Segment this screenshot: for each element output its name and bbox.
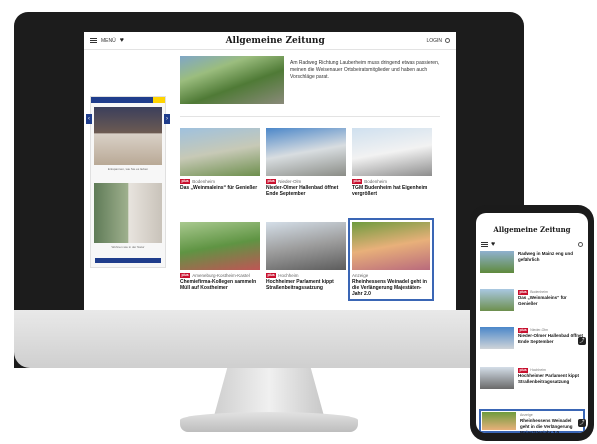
article-thumbnail[interactable] — [266, 222, 346, 270]
ad-caption: Entspannen, wie Sie es lieben — [107, 167, 149, 171]
article-thumbnail[interactable] — [480, 289, 514, 311]
article-card[interactable]: plus Nieder-Olm Nieder-Olmer Hallenbad öf… — [266, 128, 346, 197]
share-icon[interactable]: ⤴ — [578, 419, 586, 427]
phone-screen: Allgemeine Zeitung ♥ Radweg in Mainz eng… — [476, 213, 588, 433]
article-image-cyclist[interactable] — [180, 56, 284, 104]
heart-icon[interactable]: ♥ — [120, 37, 124, 44]
article-thumbnail[interactable] — [480, 251, 514, 273]
user-icon — [445, 38, 450, 43]
desktop-screen: MENÜ ♥ Allgemeine Zeitung LOGIN Entspann… — [84, 32, 456, 312]
ad-image-living[interactable] — [94, 183, 162, 243]
phone-article[interactable]: plus Nieder-Olm Nieder-Olmer Hallenbad öf… — [480, 327, 584, 349]
plus-badge: plus — [180, 273, 191, 278]
article-title[interactable]: Hochheimer Parlament kippt Straßenbeitra… — [518, 373, 584, 385]
ad-image-bedroom[interactable] — [94, 107, 162, 165]
site-header: MENÜ ♥ Allgemeine Zeitung LOGIN — [84, 32, 456, 50]
phone-article[interactable]: plus Hochheim Hochheimer Parlament kippt … — [480, 367, 584, 389]
article-card[interactable]: plus Hochheim Hochheimer Parlament kippt … — [266, 222, 346, 291]
sponsored-label: Anzeige — [352, 273, 369, 278]
plus-badge: plus — [180, 179, 191, 184]
hamburger-icon[interactable] — [481, 241, 488, 247]
article-title[interactable]: Nieder-Olmer Hallenbad öffnet Ende Septe… — [518, 333, 584, 345]
phone-site-logo[interactable]: Allgemeine Zeitung — [476, 225, 588, 234]
article-thumbnail[interactable] — [480, 327, 514, 349]
ad-header — [91, 97, 165, 103]
article-thumbnail[interactable] — [480, 367, 514, 389]
plus-badge: plus — [352, 179, 363, 184]
article-title[interactable]: Das „Weinmaleins“ für Genießer — [518, 295, 584, 307]
article-teaser[interactable]: Am Radweg Richtung Lauberheim muss dring… — [290, 60, 440, 81]
article-title[interactable]: Nieder-Olmer Hallenbad öffnet Ende Septe… — [266, 185, 346, 197]
phone-sponsored-article[interactable]: Anzeige Rheinhessens Weinadel geht in di… — [479, 409, 585, 433]
article-thumbnail[interactable] — [180, 128, 260, 176]
article-title[interactable]: Rheinhessens Weinadel geht in die Verlän… — [352, 279, 430, 297]
hamburger-icon — [90, 38, 97, 43]
site-logo[interactable]: Allgemeine Zeitung — [226, 36, 325, 46]
article-card[interactable]: plus Bodenheim TGM Budenheim hat Eigenhei… — [352, 128, 432, 197]
user-icon[interactable] — [578, 241, 583, 247]
article-title[interactable]: Radweg in Mainz eng und gefährlich — [518, 251, 584, 273]
article-title[interactable]: Hochheimer Parlament kippt Straßenbeitra… — [266, 279, 346, 291]
monitor-stand-neck — [214, 368, 324, 416]
plus-badge: plus — [266, 273, 277, 278]
ad-brand-logo — [153, 97, 165, 103]
monitor-chin — [14, 310, 524, 368]
phone-article[interactable]: Radweg in Mainz eng und gefährlich — [480, 251, 584, 273]
article-card[interactable]: plus Bodenheim Das „Weinmaleins“ für Geni… — [180, 128, 260, 191]
menu-label: MENÜ — [101, 37, 116, 44]
article-location: Bodenheim — [364, 179, 387, 184]
monitor-stand-foot — [180, 412, 358, 432]
phone-article[interactable]: plus Bodenheim Das „Weinmaleins“ für Geni… — [480, 289, 584, 311]
ad-caption: Wohnen wie in der Natur — [111, 245, 145, 249]
article-title[interactable]: Chemiefirma-Kollegen sammeln Müll auf Ko… — [180, 279, 260, 291]
article-thumbnail[interactable] — [180, 222, 260, 270]
article-location: Nieder-Olm — [278, 179, 302, 184]
article-thumbnail[interactable] — [352, 128, 432, 176]
plus-badge: plus — [518, 327, 529, 333]
article-title[interactable]: Das „Weinmaleins“ für Genießer — [180, 185, 260, 191]
sponsored-article-card[interactable]: Anzeige Rheinhessens Weinadel geht in di… — [348, 218, 434, 301]
article-card[interactable]: plus Ameneburg-Kostheim-Kastel Chemiefirm… — [180, 222, 260, 291]
smartphone: Allgemeine Zeitung ♥ Radweg in Mainz eng… — [470, 205, 594, 441]
share-icon[interactable]: ⤴ — [578, 337, 586, 345]
plus-badge: plus — [518, 367, 529, 373]
sidebar-ad[interactable]: Entspannen, wie Sie es lieben Wohnen wie… — [90, 96, 166, 268]
ad-pagination[interactable] — [95, 258, 161, 263]
article-thumbnail[interactable] — [266, 128, 346, 176]
article-thumbnail[interactable] — [482, 412, 516, 430]
ad-next-arrow-icon[interactable]: › — [164, 114, 170, 124]
login-button[interactable]: LOGIN — [426, 38, 450, 44]
divider — [180, 116, 440, 117]
article-location: Ameneburg-Kostheim-Kastel — [192, 273, 250, 278]
login-label: LOGIN — [426, 37, 442, 44]
heart-icon[interactable]: ♥ — [491, 241, 495, 248]
article-title[interactable]: Rheinhessens Weinadel geht in die Verlän… — [520, 418, 582, 433]
plus-badge: plus — [518, 289, 529, 295]
article-location: Hochheim — [278, 273, 299, 278]
plus-badge: plus — [266, 179, 277, 184]
article-title[interactable]: TGM Budenheim hat Eigenheim vergrößert — [352, 185, 432, 197]
ad-prev-arrow-icon[interactable]: ‹ — [86, 114, 92, 124]
article-thumbnail[interactable] — [352, 222, 430, 270]
article-location: Bodenheim — [192, 179, 215, 184]
menu-button[interactable]: MENÜ ♥ — [90, 37, 124, 44]
phone-toolbar: ♥ — [476, 240, 588, 248]
